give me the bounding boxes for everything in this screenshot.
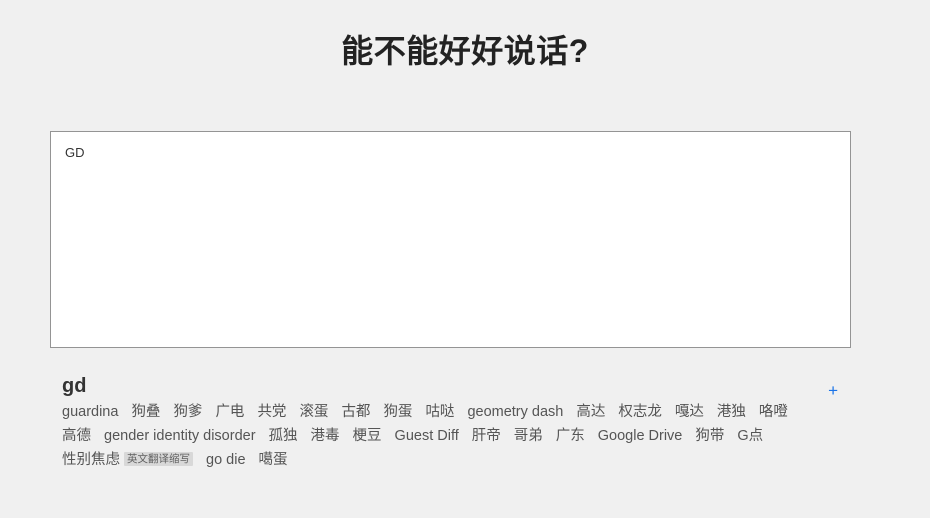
tag-label: geometry dash bbox=[467, 404, 564, 420]
tag-item[interactable]: 权志龙 bbox=[618, 401, 662, 423]
tag-label: 咕哒 bbox=[425, 404, 455, 420]
tag-label: 共党 bbox=[257, 404, 287, 420]
tag-item[interactable]: 咯噔 bbox=[759, 401, 788, 423]
page-title: 能不能好好说话? bbox=[341, 33, 589, 69]
tag-label: 权志龙 bbox=[618, 404, 662, 420]
tag-item[interactable]: 狗蛋 bbox=[383, 401, 412, 423]
tag-label: G点 bbox=[737, 428, 764, 444]
tag-item[interactable]: 咕哒 bbox=[425, 401, 454, 423]
tag-label: 高达 bbox=[576, 404, 606, 420]
tag-item[interactable]: go die bbox=[206, 449, 246, 471]
tag-item[interactable]: 滚蛋 bbox=[299, 401, 328, 423]
tag-item[interactable]: 肝帝 bbox=[472, 425, 501, 447]
tag-label: 港毒 bbox=[310, 428, 340, 444]
tag-item[interactable]: 港毒 bbox=[311, 425, 340, 447]
tag-item[interactable]: gender identity disorder bbox=[104, 425, 256, 447]
tag-item[interactable]: 噶蛋 bbox=[259, 449, 288, 471]
tag-item[interactable]: 古都 bbox=[341, 401, 370, 423]
tag-item[interactable]: 梗豆 bbox=[353, 425, 382, 447]
tag-item[interactable]: 嘎达 bbox=[675, 401, 704, 423]
query-input[interactable] bbox=[50, 131, 851, 348]
tag-label: 高德 bbox=[62, 428, 91, 444]
tag-label: 孤独 bbox=[268, 428, 298, 444]
tag-label: 狗爹 bbox=[173, 404, 203, 420]
tag-label: 广电 bbox=[215, 404, 245, 420]
tag-item[interactable]: guardina bbox=[62, 401, 118, 423]
tag-label: 性别焦虑 bbox=[62, 452, 120, 468]
result-header: gd + bbox=[62, 374, 852, 399]
tag-label: 嘎达 bbox=[674, 404, 704, 420]
tag-item[interactable]: G点 bbox=[737, 425, 763, 447]
tag-item[interactable]: 狗叠 bbox=[131, 401, 160, 423]
tag-label: Guest Diff bbox=[394, 428, 459, 444]
tag-label: go die bbox=[206, 452, 246, 468]
tag-label: 咯噔 bbox=[758, 404, 788, 420]
tag-label: 噶蛋 bbox=[258, 452, 288, 468]
tag-item[interactable]: 性别焦虑 英文翻译缩写 bbox=[62, 449, 193, 471]
tag-item[interactable]: 共党 bbox=[257, 401, 286, 423]
tag-label: 滚蛋 bbox=[299, 404, 329, 420]
tag-item[interactable]: 广电 bbox=[215, 401, 244, 423]
tag-item[interactable]: 哥弟 bbox=[514, 425, 543, 447]
tag-label: 古都 bbox=[341, 404, 371, 420]
tag-label: 广东 bbox=[555, 428, 585, 444]
tag-label: 狗带 bbox=[695, 428, 725, 444]
tag-item[interactable]: geometry dash bbox=[467, 401, 563, 423]
tag-label: guardina bbox=[62, 404, 119, 420]
result-term: gd bbox=[62, 375, 87, 397]
plus-icon[interactable]: + bbox=[828, 374, 852, 399]
tag-item[interactable]: 孤独 bbox=[269, 425, 298, 447]
tag-label: 港独 bbox=[716, 404, 746, 420]
tag-label: gender identity disorder bbox=[104, 428, 256, 444]
results-panel: gd + guardina 狗叠 狗爹 广电 共党 滚蛋 古都 狗蛋 咕哒 geometry da… bbox=[62, 374, 852, 471]
tag-label: 哥弟 bbox=[513, 428, 543, 444]
tag-badge: 英文翻译缩写 bbox=[124, 452, 193, 466]
tag-label: Google Drive bbox=[597, 428, 683, 444]
tag-label: 梗豆 bbox=[352, 428, 382, 444]
tag-item[interactable]: 狗带 bbox=[695, 425, 724, 447]
tag-list: guardina 狗叠 狗爹 广电 共党 滚蛋 古都 狗蛋 咕哒 geometry dash 高达权… bbox=[62, 401, 807, 471]
tag-item[interactable]: 港独 bbox=[717, 401, 746, 423]
tag-item[interactable]: Guest Diff bbox=[395, 425, 459, 447]
tag-label: 狗叠 bbox=[131, 404, 161, 420]
tag-item[interactable]: 广东 bbox=[556, 425, 585, 447]
tag-label: 狗蛋 bbox=[383, 404, 413, 420]
query-input-container[interactable] bbox=[50, 131, 851, 348]
tag-item[interactable]: Google Drive bbox=[598, 425, 683, 447]
tag-item[interactable]: 高达 bbox=[576, 401, 605, 423]
tag-label: 肝帝 bbox=[471, 428, 501, 444]
tag-item[interactable]: 高德 bbox=[62, 425, 91, 447]
tag-item[interactable]: 狗爹 bbox=[173, 401, 202, 423]
